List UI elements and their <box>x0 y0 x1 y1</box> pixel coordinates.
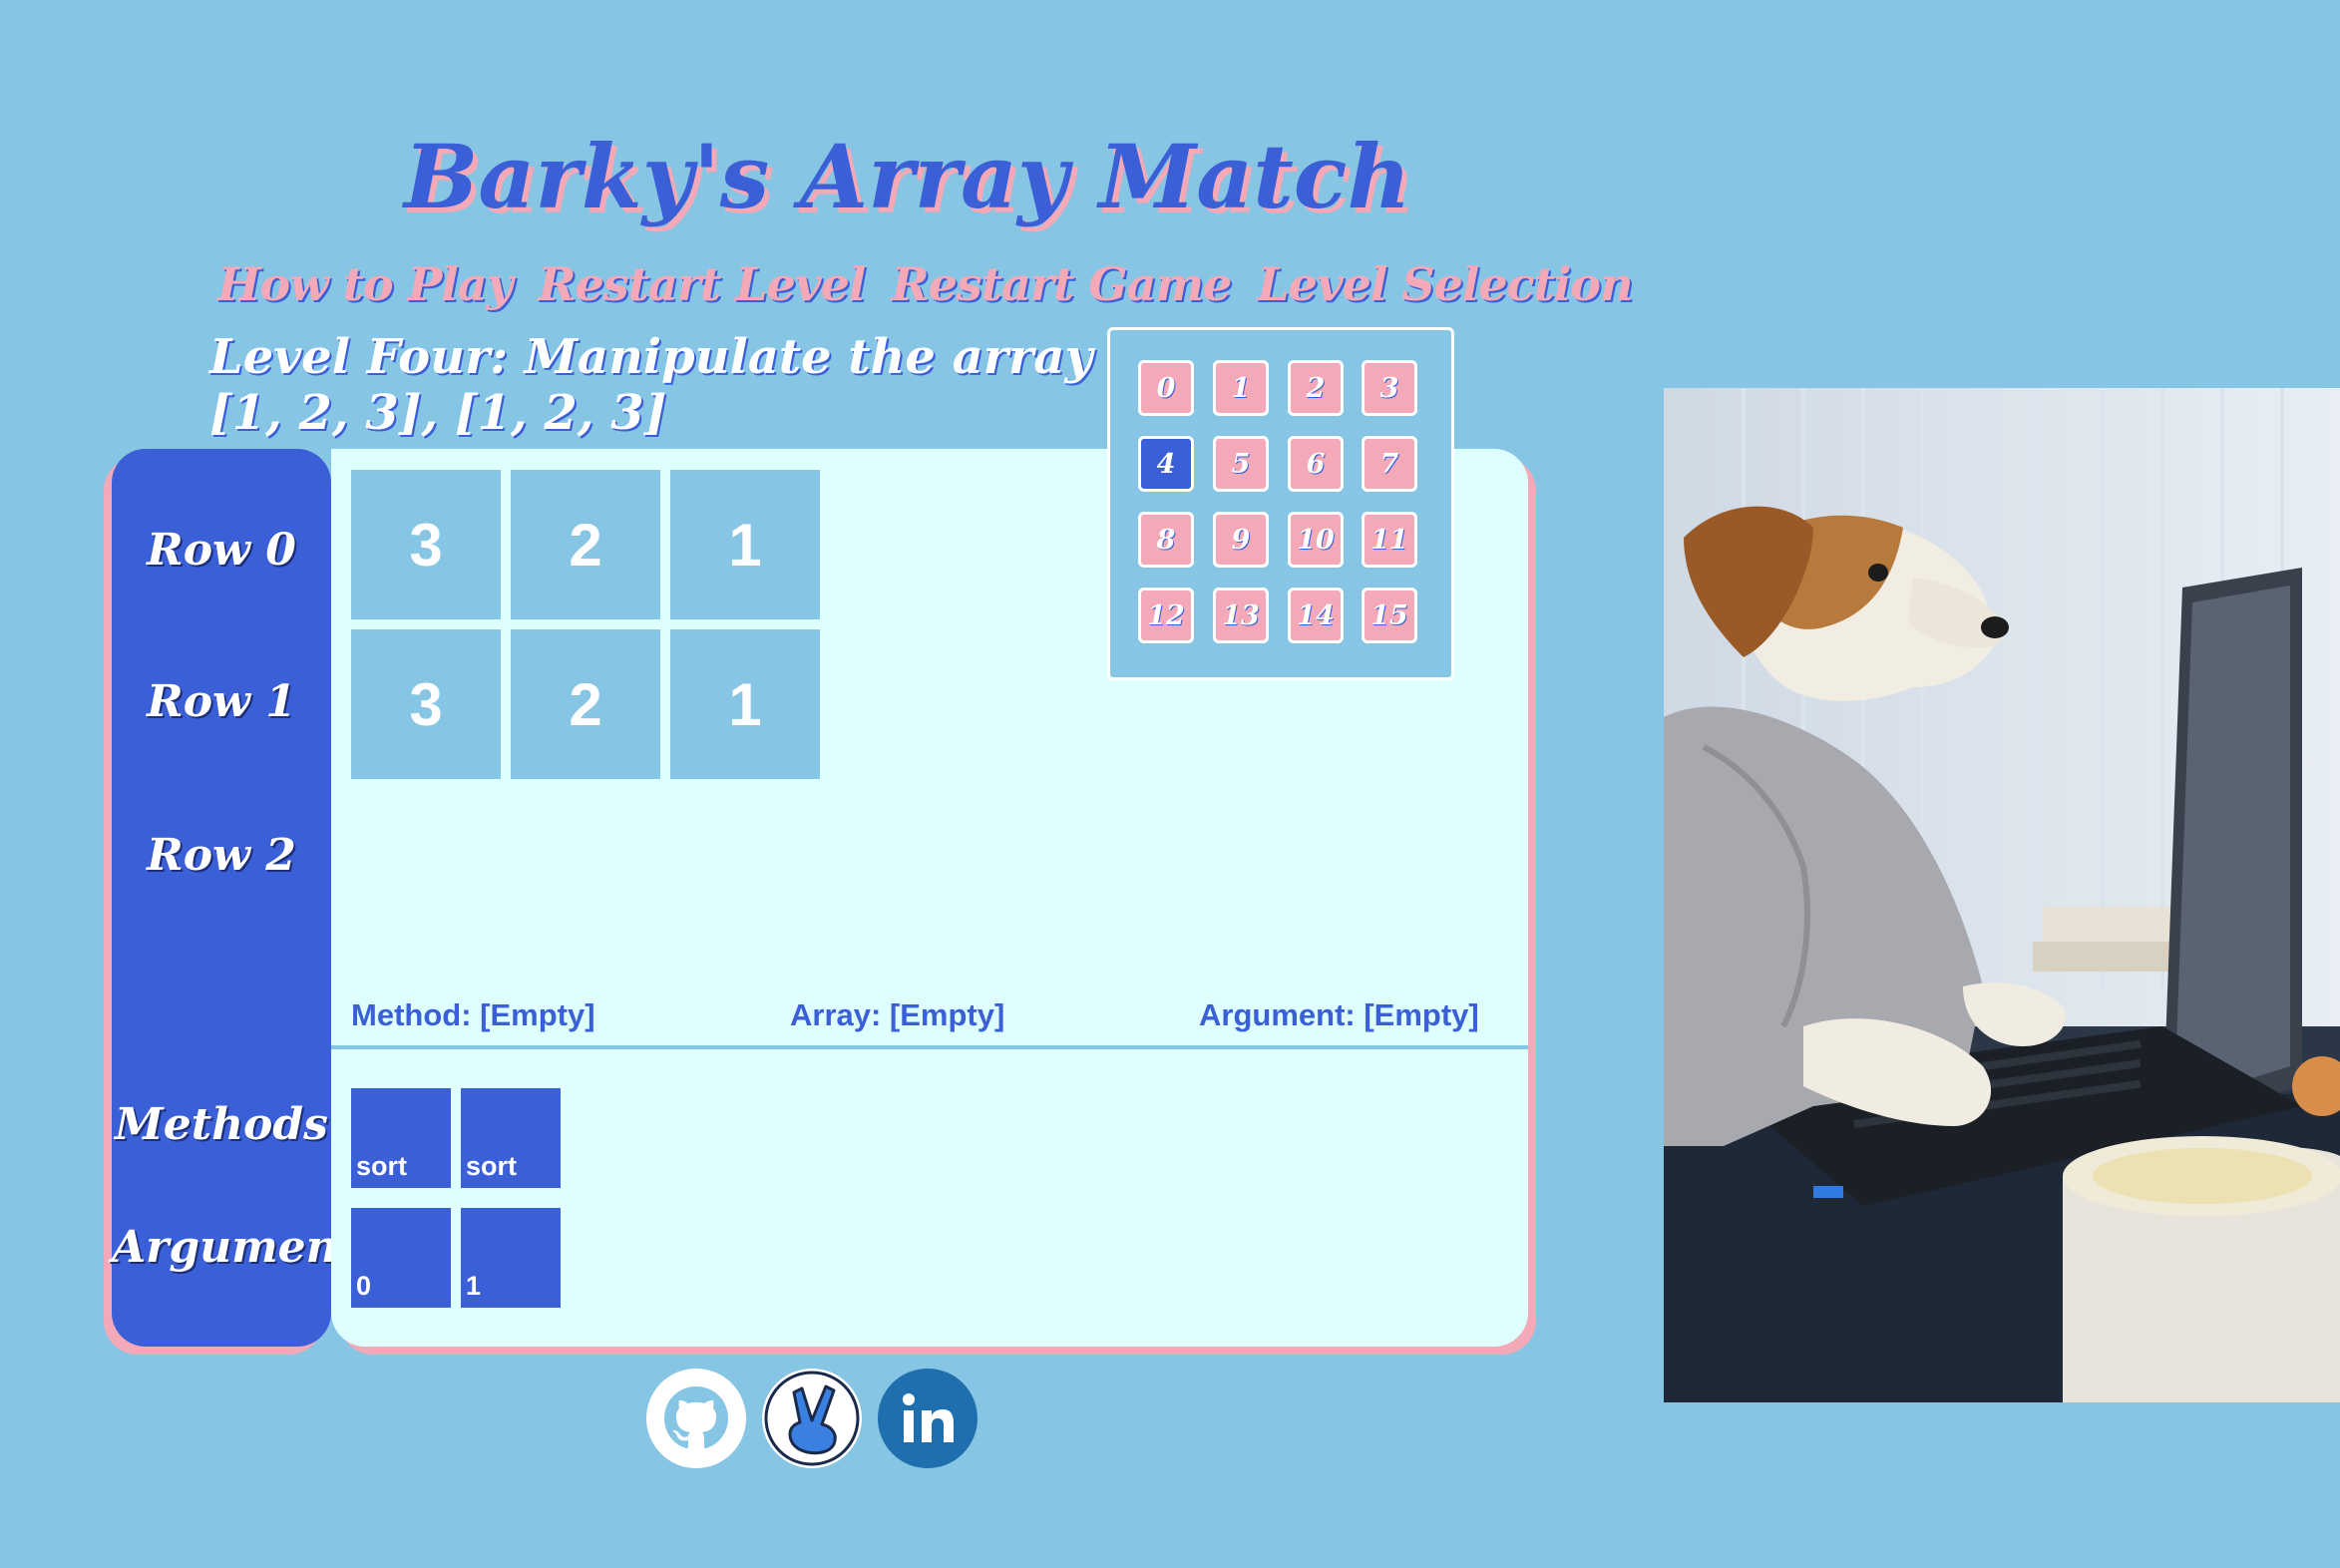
level-selection-link[interactable]: Level Selection <box>1257 257 1633 311</box>
main-nav: How to Play Restart Level Restart Game L… <box>217 257 1634 311</box>
argument-tile-1[interactable]: 1 <box>461 1208 561 1308</box>
array-status: Array: [Empty] <box>790 997 1005 1032</box>
argument-status: Argument: [Empty] <box>1199 997 1479 1032</box>
row-label-2: Row 2 <box>147 830 296 881</box>
row-label-0: Row 0 <box>147 525 296 576</box>
level-button-14[interactable]: 14 <box>1288 588 1344 643</box>
method-tile-sort[interactable]: sort <box>351 1088 451 1188</box>
row0-cell-2[interactable]: 1 <box>670 470 820 619</box>
divider <box>331 1045 1528 1049</box>
level-picker: 0 1 2 3 4 5 6 7 8 9 10 11 12 13 14 15 <box>1107 327 1454 680</box>
github-icon[interactable] <box>646 1369 746 1468</box>
argument-tile-0[interactable]: 0 <box>351 1208 451 1308</box>
level-button-3[interactable]: 3 <box>1362 360 1417 416</box>
method-tile-label: sort <box>466 1151 518 1181</box>
level-button-15[interactable]: 15 <box>1362 588 1417 643</box>
level-button-5[interactable]: 5 <box>1213 436 1269 492</box>
level-button-7[interactable]: 7 <box>1362 436 1417 492</box>
methods-label: Methods <box>115 1099 328 1150</box>
row1-cell-1[interactable]: 2 <box>511 629 660 779</box>
level-button-9[interactable]: 9 <box>1213 512 1269 568</box>
level-button-12[interactable]: 12 <box>1138 588 1194 643</box>
argument-tile-label: 1 <box>466 1271 482 1301</box>
dog-photo <box>1664 388 2340 1402</box>
level-button-11[interactable]: 11 <box>1362 512 1417 568</box>
arguments-label: Arguments <box>112 1222 383 1273</box>
row2-drop-zone[interactable] <box>351 789 1508 939</box>
restart-level-link[interactable]: Restart Level <box>538 257 866 311</box>
level-button-8[interactable]: 8 <box>1138 512 1194 568</box>
method-tile-sort[interactable]: sort <box>461 1088 561 1188</box>
level-button-0[interactable]: 0 <box>1138 360 1194 416</box>
restart-game-link[interactable]: Restart Game <box>891 257 1232 311</box>
method-tile-label: sort <box>356 1151 408 1181</box>
row1-cell-2[interactable]: 1 <box>670 629 820 779</box>
row0-cell-1[interactable]: 2 <box>511 470 660 619</box>
linkedin-icon[interactable] <box>878 1369 977 1468</box>
row-sidebar: Row 0 Row 1 Row 2 Methods Arguments <box>112 449 383 1347</box>
how-to-play-link[interactable]: How to Play <box>217 257 513 311</box>
page-title: Barky's Array Match <box>404 125 1411 228</box>
angellist-icon[interactable] <box>762 1369 862 1468</box>
method-status: Method: [Empty] <box>351 997 595 1032</box>
level-button-13[interactable]: 13 <box>1213 588 1269 643</box>
level-button-6[interactable]: 6 <box>1288 436 1344 492</box>
level-button-2[interactable]: 2 <box>1288 360 1344 416</box>
level-button-4-current[interactable]: 4 <box>1138 436 1194 492</box>
level-button-10[interactable]: 10 <box>1288 512 1344 568</box>
row1-cell-0[interactable]: 3 <box>351 629 501 779</box>
argument-tile-label: 0 <box>356 1271 372 1301</box>
level-button-1[interactable]: 1 <box>1213 360 1269 416</box>
row-label-1: Row 1 <box>147 676 296 727</box>
row0-cell-0[interactable]: 3 <box>351 470 501 619</box>
